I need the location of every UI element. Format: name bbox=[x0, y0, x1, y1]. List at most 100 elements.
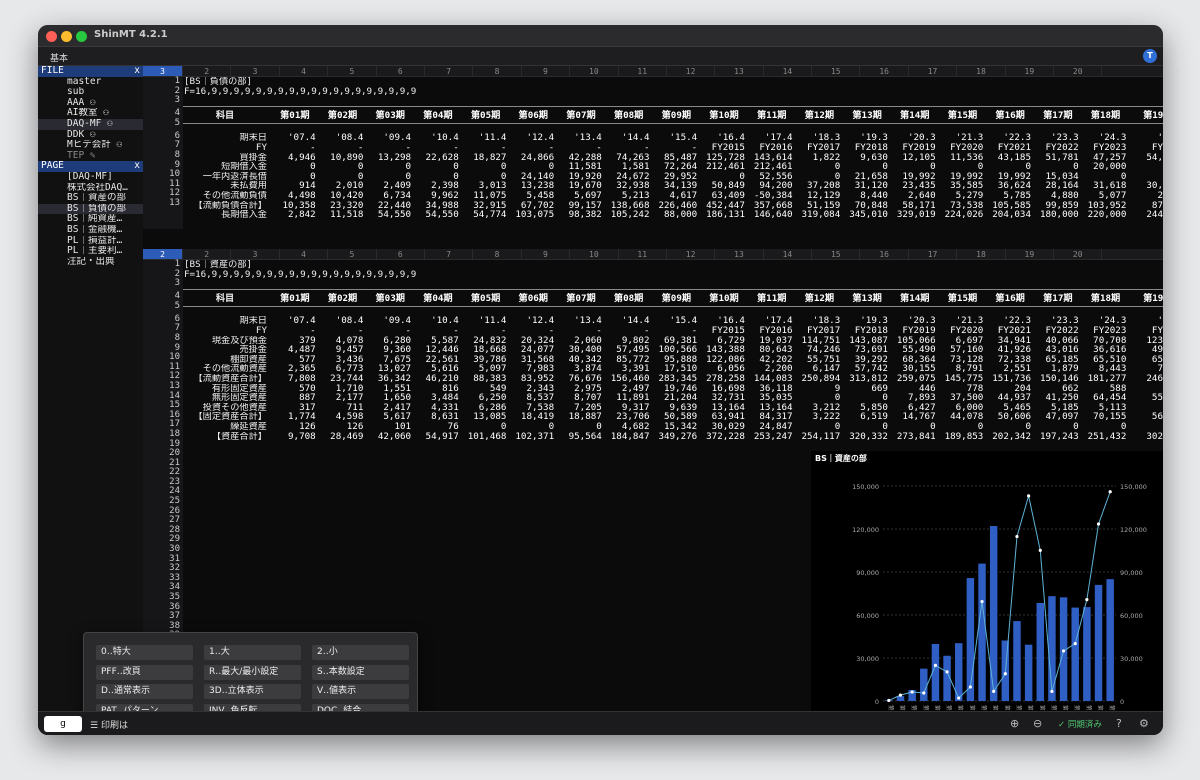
cell[interactable]: 186,131 bbox=[700, 210, 748, 220]
file-panel-close-icon[interactable]: x bbox=[134, 65, 140, 77]
column-header-cell[interactable]: 4 bbox=[280, 249, 329, 259]
cell[interactable]: 103,075 bbox=[509, 210, 557, 220]
cell[interactable]: 329,019 bbox=[891, 210, 939, 220]
column-header-cell[interactable]: 10 bbox=[570, 66, 619, 76]
column-header-cell[interactable]: 9 bbox=[522, 66, 571, 76]
cell[interactable]: 102,371 bbox=[509, 431, 557, 442]
cell[interactable]: 319,084 bbox=[796, 210, 844, 220]
column-header-cell[interactable]: 11 bbox=[619, 249, 667, 259]
column-header-cell[interactable]: 6 bbox=[377, 249, 425, 259]
page-item[interactable]: BS｜負債の部 bbox=[38, 203, 143, 215]
column-header-cell[interactable]: 12 bbox=[667, 66, 716, 76]
table-row[interactable]: 長期借入金 2,842 11,518 54,550 54,550 54,774 103,07… bbox=[183, 210, 1163, 220]
column-header-cell[interactable]: 20 bbox=[1054, 249, 1103, 259]
column-header-cell[interactable]: 9 bbox=[522, 249, 571, 259]
column-header-cell[interactable]: 13 bbox=[715, 66, 764, 76]
column-header-cell[interactable]: 20 bbox=[1054, 66, 1103, 76]
cell[interactable]: 320,332 bbox=[843, 431, 891, 442]
cell[interactable]: 11,518 bbox=[319, 210, 367, 220]
popup-option-2[interactable]: 2‥小 bbox=[312, 645, 409, 660]
cell[interactable]: 253,247 bbox=[748, 431, 796, 442]
column-header-cell[interactable]: 5 bbox=[328, 249, 377, 259]
file-item[interactable]: AAA ⚇ bbox=[38, 98, 143, 109]
cell[interactable]: 2,842 bbox=[271, 210, 319, 220]
cell[interactable]: 220,000 bbox=[1082, 210, 1130, 220]
column-header-cell[interactable]: 2 bbox=[183, 249, 232, 259]
column-header-cell[interactable]: 10 bbox=[570, 249, 619, 259]
cell[interactable]: 349,276 bbox=[653, 431, 701, 442]
cell[interactable]: 54,550 bbox=[366, 210, 414, 220]
page-item[interactable]: 注記・出典 bbox=[38, 257, 143, 268]
cell[interactable]: 244,1 bbox=[1129, 210, 1163, 220]
column-header-cell[interactable]: 15 bbox=[812, 66, 861, 76]
cell[interactable]: 246,0 bbox=[1129, 374, 1163, 384]
cell[interactable]: 54,774 bbox=[462, 210, 510, 220]
page-item[interactable]: PL｜主要利… bbox=[38, 246, 143, 257]
spreadsheet-area[interactable]: 3 2 3 4 5 6 7 8 9 10 11 12 13 14 15 16 17 18 19 20 12345678… bbox=[143, 66, 1163, 711]
cell[interactable]: 55,9 bbox=[1129, 393, 1163, 403]
zoom-out-icon[interactable]: ⊖ bbox=[1033, 717, 1042, 730]
cell[interactable]: 42,060 bbox=[366, 431, 414, 442]
popup-option-1[interactable]: 1‥大 bbox=[204, 645, 301, 660]
zoom-in-icon[interactable]: ⊕ bbox=[1010, 717, 1019, 730]
cell[interactable]: 302,8 bbox=[1129, 431, 1163, 442]
cell[interactable]: 345,010 bbox=[843, 210, 891, 220]
cell[interactable]: 88,000 bbox=[653, 210, 701, 220]
cell[interactable]: 273,841 bbox=[891, 431, 939, 442]
cell[interactable]: 189,853 bbox=[939, 431, 987, 442]
column-header-cell[interactable]: 13 bbox=[715, 249, 764, 259]
cell[interactable]: 98,382 bbox=[557, 210, 605, 220]
column-header-cell[interactable]: 14 bbox=[764, 249, 813, 259]
column-header-cell[interactable]: 4 bbox=[280, 66, 329, 76]
cell[interactable]: 105,242 bbox=[605, 210, 653, 220]
column-header-cell[interactable]: 16 bbox=[860, 66, 909, 76]
cell[interactable]: 197,243 bbox=[1034, 431, 1082, 442]
column-header-cell[interactable]: 8 bbox=[473, 249, 522, 259]
column-header-cell[interactable]: 7 bbox=[425, 249, 474, 259]
column-header-cell[interactable]: 11 bbox=[619, 66, 667, 76]
column-header-cell[interactable]: 18 bbox=[957, 249, 1006, 259]
page-item[interactable]: 株式会社DAQ… bbox=[38, 183, 143, 194]
cell[interactable]: 28,469 bbox=[319, 431, 367, 442]
column-header-cell[interactable]: 3 bbox=[231, 249, 280, 259]
column-header-cell[interactable]: 16 bbox=[860, 249, 909, 259]
cell[interactable]: 184,847 bbox=[605, 431, 653, 442]
file-item[interactable]: AI教室 ⚇ bbox=[38, 108, 143, 119]
cell[interactable]: 251,432 bbox=[1082, 431, 1130, 442]
cell[interactable]: 204,034 bbox=[986, 210, 1034, 220]
column-header-cell[interactable]: 19 bbox=[1006, 66, 1055, 76]
command-input[interactable]: g bbox=[44, 716, 82, 732]
cell[interactable]: 56,8 bbox=[1129, 412, 1163, 422]
minimize-window-button[interactable] bbox=[61, 31, 72, 42]
file-item[interactable]: Mヒデ会計 ⚇ bbox=[38, 140, 143, 151]
popup-option-3d[interactable]: 3D‥立体表示 bbox=[204, 684, 301, 699]
popup-option-0[interactable]: 0‥特大 bbox=[96, 645, 193, 660]
zoom-window-button[interactable] bbox=[76, 31, 87, 42]
file-item[interactable]: master bbox=[38, 77, 143, 88]
popup-option-s[interactable]: S‥本数設定 bbox=[312, 664, 409, 680]
column-header-cell[interactable]: 18 bbox=[957, 66, 1006, 76]
liabilities-sheet[interactable]: [BS｜負債の部] F=16,9,9,9,9,9,9,9,9,9,9,9,9,9,… bbox=[183, 77, 1163, 229]
popup-option-pff[interactable]: PFF‥改頁 bbox=[96, 664, 193, 680]
cell[interactable]: 9,708 bbox=[271, 431, 319, 442]
cell[interactable]: 95,564 bbox=[557, 431, 605, 442]
close-window-button[interactable] bbox=[46, 31, 57, 42]
column-header-cell[interactable]: 12 bbox=[667, 249, 716, 259]
column-header-cell[interactable]: 2 bbox=[183, 66, 232, 76]
column-header-cell[interactable]: 15 bbox=[812, 249, 861, 259]
column-header-cell[interactable]: 14 bbox=[764, 66, 813, 76]
popup-option-d[interactable]: D‥通常表示 bbox=[96, 684, 193, 699]
assets-chart[interactable]: BS｜資産の部 0 0 30,000 30,000 60,000 60,000 90,000… bbox=[811, 451, 1163, 711]
cell[interactable]: 146,640 bbox=[748, 210, 796, 220]
page-item[interactable]: BS｜金融機… bbox=[38, 225, 143, 236]
column-header-cell[interactable]: 17 bbox=[909, 66, 958, 76]
page-item[interactable]: BS｜純資産… bbox=[38, 214, 143, 225]
cell[interactable]: 101,468 bbox=[462, 431, 510, 442]
file-item[interactable]: sub bbox=[38, 87, 143, 98]
popup-option-v[interactable]: V‥値表示 bbox=[312, 684, 409, 699]
column-header-cell[interactable]: 3 bbox=[231, 66, 280, 76]
page-item[interactable]: PL｜損益計… bbox=[38, 236, 143, 247]
cell[interactable]: 54,550 bbox=[414, 210, 462, 220]
column-header-cell[interactable]: 5 bbox=[328, 66, 377, 76]
menu-basic[interactable]: 基本 bbox=[50, 51, 68, 64]
